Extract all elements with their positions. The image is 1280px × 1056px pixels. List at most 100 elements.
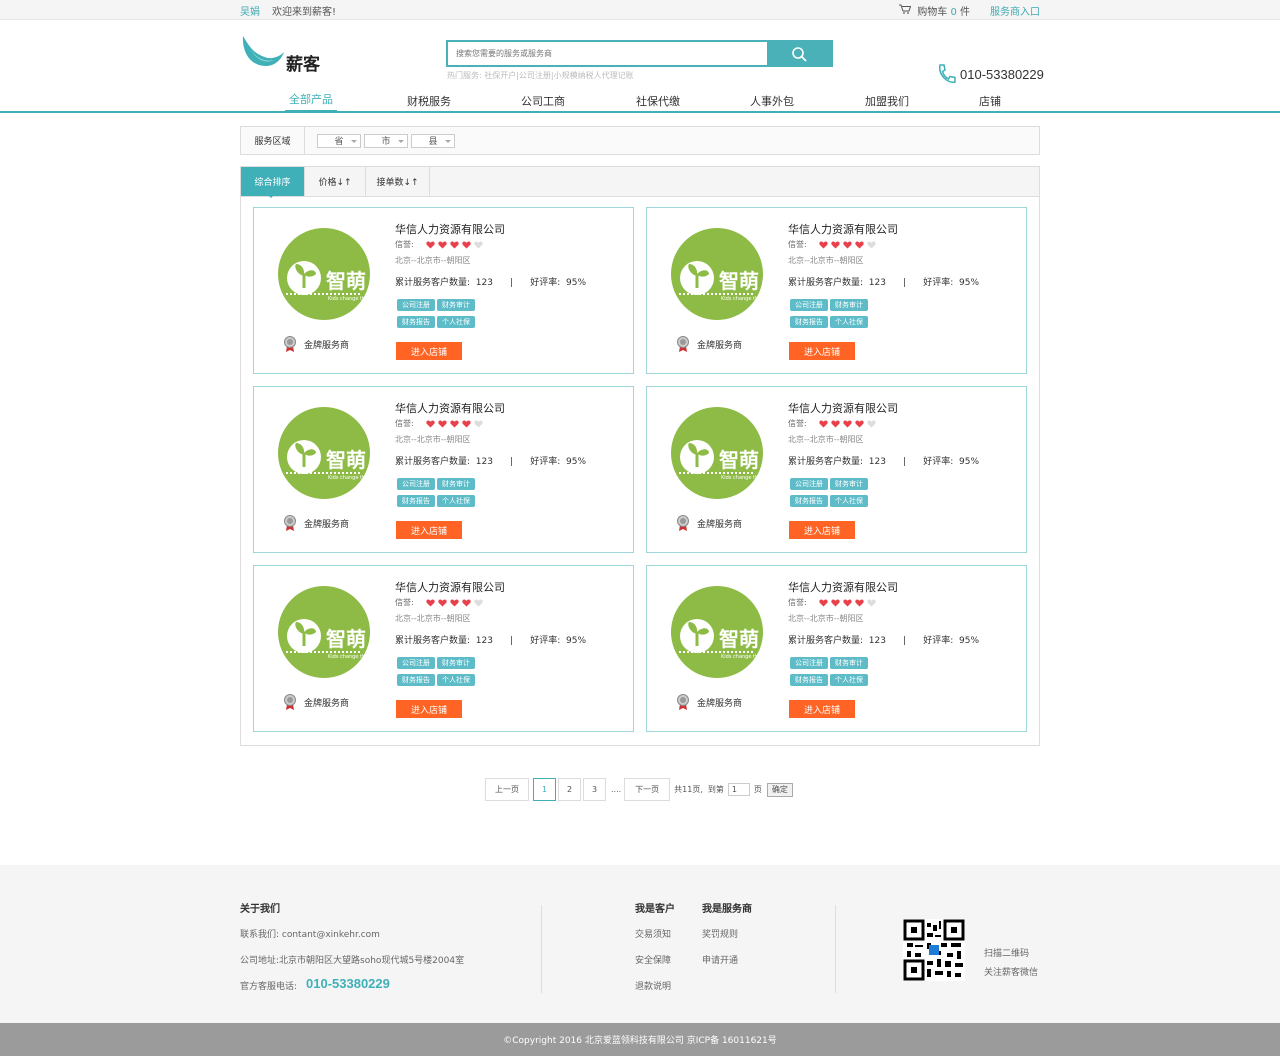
nav-hr-outsourcing[interactable]: 人事外包 — [750, 93, 794, 109]
next-page-button[interactable]: 下一页 — [624, 778, 671, 801]
nav-company-registration[interactable]: 公司工商 — [521, 93, 565, 109]
provider-name[interactable]: 华信人力资源有限公司 — [395, 221, 505, 237]
service-area-filter: 服务区域 省 市 县 — [240, 126, 1040, 155]
service-tag[interactable]: 公司注册 — [397, 299, 435, 311]
service-tag[interactable]: 个人社保 — [830, 316, 868, 328]
search-icon — [792, 46, 807, 62]
nav-store[interactable]: 店铺 — [979, 93, 1001, 109]
provider-stats: 累计服务客户数量: 123 | 好评率: 95% — [395, 278, 587, 288]
provider-logo-subtext: Kids change the world — [328, 654, 370, 660]
service-tag[interactable]: 财务报告 — [790, 495, 828, 507]
nav-join-us[interactable]: 加盟我们 — [865, 93, 909, 109]
provider-logo-text: 智萌 — [719, 448, 759, 472]
total-pages: 共11页, — [674, 785, 703, 794]
service-tag[interactable]: 个人社保 — [437, 316, 475, 328]
reputation-label: 信誉: — [395, 419, 414, 428]
service-tag[interactable]: 财务报告 — [397, 316, 435, 328]
provider-link-rules[interactable]: 奖罚规则 — [702, 927, 738, 940]
enter-store-button[interactable]: 进入店铺 — [789, 521, 855, 539]
sort-price[interactable]: 价格↓↑ — [305, 167, 366, 196]
provider-logo-subtext: Kids change the world — [328, 475, 370, 481]
enter-store-button[interactable]: 进入店铺 — [396, 342, 462, 360]
nav-all-products[interactable]: 全部产品 — [289, 91, 333, 107]
service-tags: 公司注册 财务审计财务报告 个人社保 — [397, 478, 507, 512]
service-tag[interactable]: 财务审计 — [830, 299, 868, 311]
provider-card[interactable]: 智萌 Kids change the world 金牌服务商 华信人力资源有限公司信誉… — [646, 565, 1027, 732]
provider-card[interactable]: 智萌 Kids change the world 金牌服务商 华信人力资源有限公司信誉… — [253, 386, 634, 553]
enter-store-button[interactable]: 进入店铺 — [396, 700, 462, 718]
search-button[interactable] — [767, 42, 831, 65]
cart-icon[interactable] — [899, 4, 912, 17]
service-tag[interactable]: 公司注册 — [790, 299, 828, 311]
sort-comprehensive[interactable]: 综合排序 — [241, 167, 305, 196]
page-3-button[interactable]: 3 — [583, 778, 606, 801]
provider-name[interactable]: 华信人力资源有限公司 — [788, 400, 898, 416]
service-tag[interactable]: 公司注册 — [790, 478, 828, 490]
gold-provider-badge: 金牌服务商 — [677, 336, 742, 352]
provider-name[interactable]: 华信人力资源有限公司 — [788, 579, 898, 595]
provider-logo: 智萌 Kids change the world — [278, 407, 370, 499]
customer-link-security[interactable]: 安全保障 — [635, 953, 671, 966]
service-tag[interactable]: 财务报告 — [790, 316, 828, 328]
page-1-button[interactable]: 1 — [533, 778, 556, 801]
service-tag[interactable]: 财务审计 — [437, 478, 475, 490]
page-2-button[interactable]: 2 — [558, 778, 581, 801]
gold-provider-badge: 金牌服务商 — [284, 336, 349, 352]
provider-name[interactable]: 华信人力资源有限公司 — [395, 400, 505, 416]
enter-store-button[interactable]: 进入店铺 — [789, 700, 855, 718]
provider-card[interactable]: 智萌 Kids change the world 金牌服务商 华信人力资源有限公司信誉… — [646, 386, 1027, 553]
nav-social-insurance[interactable]: 社保代缴 — [636, 93, 680, 109]
customer-link-trade-notice[interactable]: 交易须知 — [635, 927, 671, 940]
heart-full-icon — [438, 240, 447, 249]
service-tag[interactable]: 财务审计 — [830, 657, 868, 669]
enter-store-button[interactable]: 进入店铺 — [396, 521, 462, 539]
sort-orders[interactable]: 接单数↓↑ — [366, 167, 430, 196]
copyright: ©Copyright 2016 北京爱蓝领科技有限公司 京ICP备 160116… — [0, 1023, 1280, 1056]
provider-card[interactable]: 智萌 Kids change the world 金牌服务商 华信人力资源有限公司信誉… — [646, 207, 1027, 374]
service-tag[interactable]: 财务报告 — [790, 674, 828, 686]
provider-name[interactable]: 华信人力资源有限公司 — [395, 579, 505, 595]
service-tag[interactable]: 财务报告 — [397, 674, 435, 686]
heart-full-icon — [426, 419, 435, 428]
service-tags: 公司注册 财务审计财务报告 个人社保 — [790, 478, 900, 512]
service-tag[interactable]: 个人社保 — [830, 495, 868, 507]
provider-logo-subtext: Kids change the world — [721, 654, 763, 660]
provider-name[interactable]: 华信人力资源有限公司 — [788, 221, 898, 237]
reputation-label: 信誉: — [788, 419, 807, 428]
provider-entry-link[interactable]: 服务商入口 — [990, 3, 1040, 18]
service-tag[interactable]: 财务审计 — [830, 478, 868, 490]
city-select[interactable]: 市 — [364, 133, 408, 148]
service-tag[interactable]: 财务报告 — [397, 495, 435, 507]
customer-link-refund[interactable]: 退款说明 — [635, 979, 671, 992]
service-tag[interactable]: 公司注册 — [790, 657, 828, 669]
service-tag[interactable]: 财务审计 — [437, 299, 475, 311]
search-bar — [446, 40, 833, 67]
cart-link[interactable]: 购物车 0 件 — [917, 3, 970, 18]
search-input[interactable] — [448, 42, 767, 65]
provider-title: 我是服务商 — [702, 904, 752, 915]
service-tag[interactable]: 财务审计 — [437, 657, 475, 669]
service-tag[interactable]: 个人社保 — [437, 674, 475, 686]
provider-card[interactable]: 智萌 Kids change the world 金牌服务商 华信人力资源有限公司信誉… — [253, 207, 634, 374]
hot-services[interactable]: 热门服务: 社保开户|公司注册|小规模纳税人代理记账 — [447, 70, 634, 81]
county-select[interactable]: 县 — [411, 133, 455, 148]
username-link[interactable]: 吴娟 — [240, 3, 260, 18]
provider-link-apply[interactable]: 申请开通 — [702, 953, 738, 966]
service-tags: 公司注册 财务审计财务报告 个人社保 — [790, 657, 900, 691]
province-select[interactable]: 省 — [317, 133, 361, 148]
service-tag[interactable]: 个人社保 — [437, 495, 475, 507]
nav-tax-services[interactable]: 财税服务 — [407, 93, 451, 109]
provider-card[interactable]: 智萌 Kids change the world 金牌服务商 华信人力资源有限公司信誉… — [253, 565, 634, 732]
heart-full-icon — [450, 240, 459, 249]
service-tag[interactable]: 个人社保 — [830, 674, 868, 686]
heart-empty-icon — [474, 598, 483, 607]
goto-page-input[interactable]: 1 — [727, 783, 750, 796]
prev-page-button[interactable]: 上一页 — [485, 778, 529, 801]
service-tag[interactable]: 公司注册 — [397, 657, 435, 669]
service-tag[interactable]: 公司注册 — [397, 478, 435, 490]
confirm-page-button[interactable]: 确定 — [766, 782, 793, 797]
heart-full-icon — [831, 419, 840, 428]
enter-store-button[interactable]: 进入店铺 — [789, 342, 855, 360]
provider-stats: 累计服务客户数量: 123 | 好评率: 95% — [788, 636, 980, 646]
badge-text: 金牌服务商 — [304, 698, 350, 709]
